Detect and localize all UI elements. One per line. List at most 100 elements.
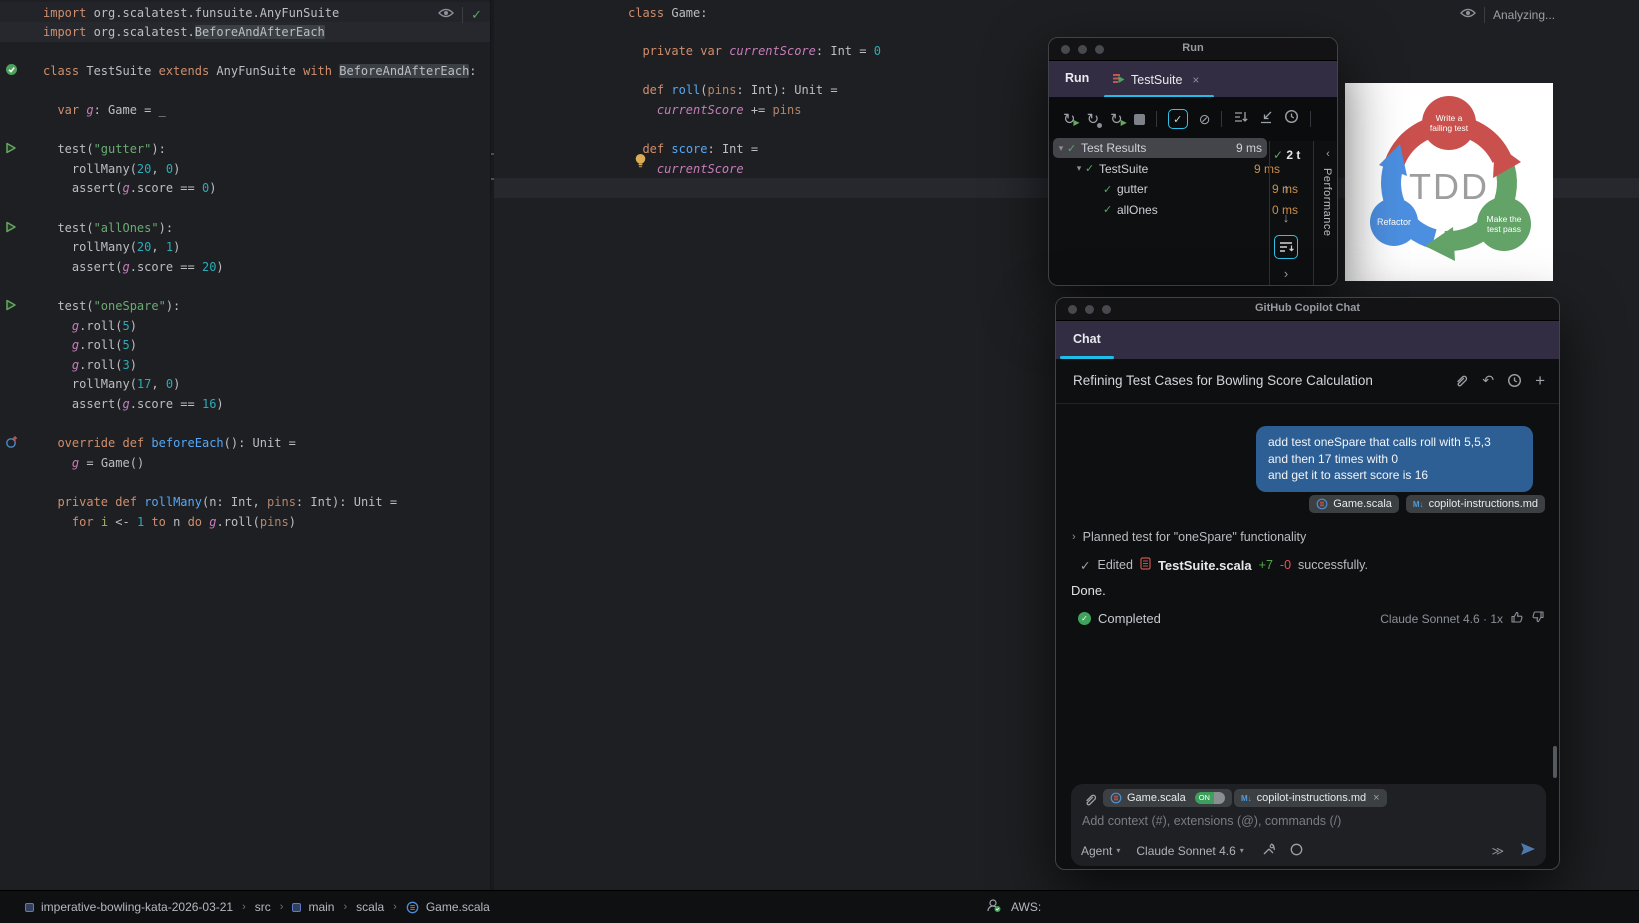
undo-icon[interactable]: ↶	[1482, 372, 1494, 389]
breadcrumb-file[interactable]: Game.scala	[426, 900, 490, 914]
analyzing-status: Analyzing...	[1493, 8, 1556, 22]
mode-select[interactable]: Agent	[1081, 844, 1112, 858]
inspection-widget[interactable]: ✓	[438, 5, 482, 25]
breadcrumb-scala[interactable]: scala	[356, 900, 384, 914]
edited-file-row[interactable]: ✓ Edited TestSuite.scala +7 -0 successfu…	[1080, 557, 1368, 573]
send-icon[interactable]	[1520, 842, 1536, 859]
rerun-failed-icon[interactable]: ↻	[1087, 112, 1103, 128]
testsuite-file-icon	[1140, 557, 1151, 573]
test-tree-row[interactable]: ▾ ✓ TestSuite 9 ms	[1053, 159, 1285, 179]
chevron-down-icon[interactable]: ▾	[1055, 143, 1067, 154]
tab-chat[interactable]: Chat	[1073, 332, 1101, 346]
context-chip-instructions[interactable]: M↓ copilot-instructions.md ×	[1234, 789, 1387, 807]
intention-bulb-icon[interactable]	[634, 153, 647, 174]
attachment-chip[interactable]: Game.scala	[1309, 495, 1399, 513]
show-ignored-icon[interactable]: ⊘	[1199, 111, 1211, 127]
test-tree-row[interactable]: ✓ gutter 9 ms	[1053, 179, 1303, 199]
autoscroll-icon[interactable]	[1274, 235, 1298, 259]
markdown-icon: M↓	[1412, 499, 1424, 509]
chevron-down-icon[interactable]: ▾	[1116, 846, 1120, 855]
code-line: rollMany(20, 0)	[43, 162, 181, 176]
copilot-chat-window[interactable]: GitHub Copilot Chat Chat Refining Test C…	[1055, 297, 1560, 870]
attach-icon[interactable]	[1083, 792, 1098, 812]
breadcrumb-src[interactable]: src	[255, 900, 271, 914]
project-folder-icon	[25, 902, 34, 912]
preview-eye-icon[interactable]	[438, 6, 455, 24]
test-tree-row[interactable]: ✓ allOnes 0 ms	[1053, 200, 1303, 220]
import-result-icon[interactable]	[1259, 110, 1273, 129]
rerun-icon[interactable]: ↻ ▶	[1063, 112, 1080, 127]
planned-step-row[interactable]: › Planned test for "oneSpare" functional…	[1072, 530, 1306, 544]
stop-icon[interactable]	[1133, 113, 1145, 125]
run-tab-bar[interactable]: Run TestSuite ×	[1049, 61, 1337, 98]
rerun-auto-icon[interactable]: ↻ ▶	[1110, 112, 1127, 127]
show-passed-icon[interactable]: ✓	[1167, 109, 1188, 129]
divider	[1484, 7, 1485, 23]
profile-status-icon[interactable]	[986, 898, 1001, 916]
aws-status[interactable]: AWS:	[1011, 900, 1041, 914]
chat-input-field[interactable]: Add context (#), extensions (@), command…	[1082, 814, 1341, 828]
previous-failed-icon[interactable]: ↑	[1273, 181, 1299, 196]
run-tool-window[interactable]: Run Run TestSuite × ↻ ▶ ↻ ↻ ▶ ✓ ⊘ ▾ ✓ Test R…	[1048, 37, 1338, 286]
run-test-icon[interactable]	[5, 141, 17, 159]
divider	[462, 7, 464, 23]
history-icon[interactable]	[1284, 109, 1299, 129]
completed-check-icon: ✓	[1078, 612, 1091, 625]
attach-icon[interactable]	[1454, 373, 1469, 388]
context-circle-icon[interactable]	[1290, 843, 1303, 859]
run-class-check-icon[interactable]	[5, 63, 18, 81]
inspection-widget[interactable]: Analyzing...	[1460, 5, 1555, 25]
collapse-panel-icon[interactable]: ‹	[1315, 148, 1337, 160]
code-line: g.roll(5)	[71, 319, 137, 333]
sort-icon[interactable]	[1233, 110, 1249, 129]
chat-input-box[interactable]: Game.scala ON M↓ copilot-instructions.md…	[1071, 784, 1546, 866]
history-icon[interactable]	[1507, 373, 1522, 388]
chevron-down-icon[interactable]: ▾	[1240, 846, 1244, 855]
tab-performance[interactable]: Performance	[1321, 168, 1333, 236]
close-icon[interactable]: ×	[1192, 73, 1199, 87]
chip-on-toggle[interactable]: ON	[1194, 792, 1225, 804]
run-window-titlebar[interactable]: Run	[1049, 38, 1337, 61]
code-line: g.roll(3)	[71, 358, 137, 372]
tools-icon[interactable]	[1262, 842, 1276, 859]
code-line: test("allOnes"):	[43, 221, 174, 235]
code-line: rollMany(20, 1)	[43, 240, 181, 254]
message-attachments: Game.scala M↓ copilot-instructions.md	[1056, 495, 1545, 513]
test-name: allOnes	[1117, 202, 1158, 217]
thumbs-up-icon[interactable]	[1510, 610, 1524, 627]
test-editor-pane[interactable]: import org.scalatest.funsuite.AnyFunSuit…	[0, 0, 490, 890]
test-passed-icon: ✓	[1103, 183, 1113, 196]
run-test-icon[interactable]	[5, 298, 17, 316]
divider	[1269, 141, 1270, 285]
code-line: override def beforeEach(): Unit =	[57, 436, 296, 450]
chevron-right-icon[interactable]: ›	[1273, 266, 1299, 281]
test-tree-row[interactable]: ▾ ✓ Test Results 9 ms	[1053, 138, 1267, 158]
next-failed-icon[interactable]: ↓	[1273, 210, 1299, 225]
chat-scrollbar[interactable]	[1553, 746, 1557, 778]
svg-text:failing test: failing test	[1430, 123, 1469, 133]
override-icon[interactable]	[5, 435, 19, 454]
attachment-chip[interactable]: M↓ copilot-instructions.md	[1405, 495, 1545, 513]
passed-count-badge: ✓ 2 t	[1273, 148, 1301, 162]
divider	[1313, 141, 1314, 285]
chat-window-titlebar[interactable]: GitHub Copilot Chat	[1056, 298, 1559, 321]
run-test-icon[interactable]	[5, 220, 17, 238]
no-problems-check-icon[interactable]: ✓	[471, 7, 482, 23]
model-usage: Claude Sonnet 4.6 · 1x	[1380, 611, 1503, 626]
breadcrumb-project[interactable]: imperative-bowling-kata-2026-03-21	[41, 900, 233, 914]
tab-testsuite[interactable]: TestSuite ×	[1113, 71, 1199, 89]
close-icon[interactable]: ×	[1373, 792, 1379, 804]
breadcrumb-main[interactable]: main	[308, 900, 334, 914]
chat-tab-bar[interactable]: Chat	[1056, 321, 1559, 359]
thumbs-down-icon[interactable]	[1531, 610, 1545, 627]
diff-added: +7	[1258, 558, 1273, 572]
more-actions-icon[interactable]: ≫	[1491, 844, 1504, 858]
new-chat-icon[interactable]: +	[1535, 371, 1545, 391]
preview-eye-icon[interactable]	[1460, 6, 1476, 24]
breadcrumb[interactable]: imperative-bowling-kata-2026-03-21 › src…	[0, 900, 490, 914]
context-chip-game[interactable]: Game.scala ON	[1103, 789, 1232, 807]
model-select[interactable]: Claude Sonnet 4.6	[1136, 844, 1235, 858]
code-line: import org.scalatest.BeforeAndAfterEach	[43, 25, 325, 39]
code-line: for i <- 1 to n do g.roll(pins)	[71, 515, 296, 529]
chevron-down-icon[interactable]: ▾	[1073, 163, 1085, 174]
